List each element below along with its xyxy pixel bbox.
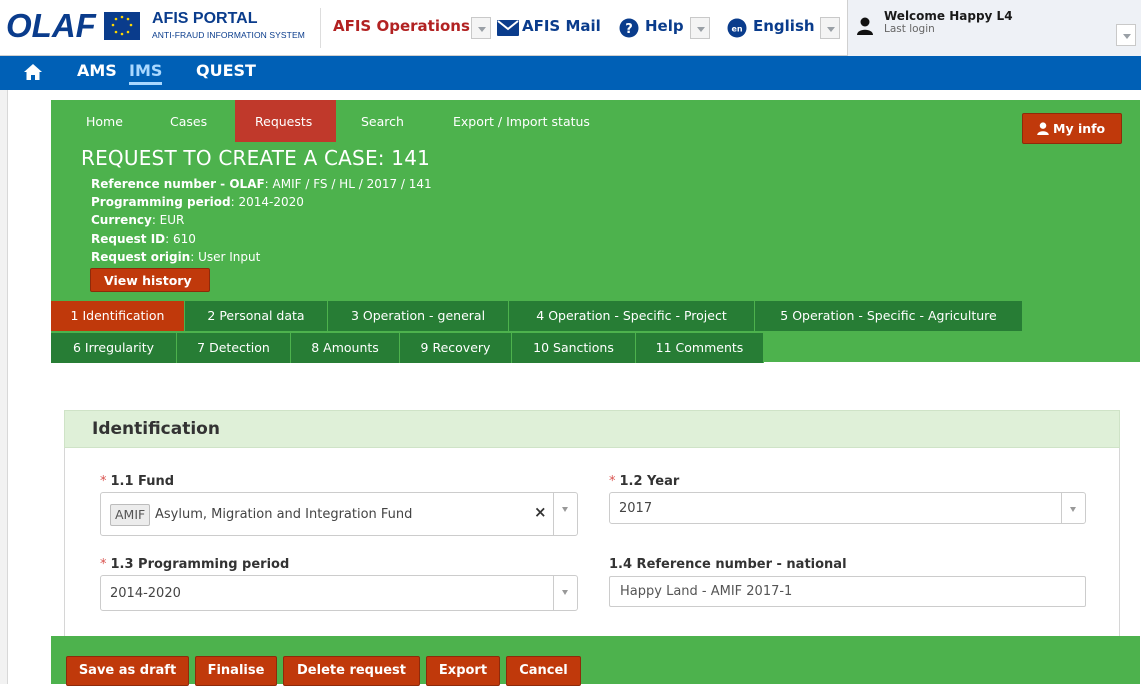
meta-currency: Currency: EUR bbox=[91, 213, 184, 227]
user-icon bbox=[1037, 122, 1049, 138]
reference-national-input[interactable]: Happy Land - AMIF 2017-1 bbox=[609, 576, 1086, 607]
olaf-logo: OLAF bbox=[6, 7, 140, 44]
tab-detection[interactable]: 7 Detection bbox=[177, 333, 291, 363]
nav-ims[interactable]: IMS bbox=[129, 61, 163, 85]
delete-request-button[interactable]: Delete request bbox=[283, 656, 420, 686]
view-history-button[interactable]: View history bbox=[90, 268, 210, 292]
help-icon: ? bbox=[619, 18, 639, 42]
tab-operation-general[interactable]: 3 Operation - general bbox=[328, 301, 509, 331]
envelope-icon bbox=[497, 19, 519, 41]
year-value: 2017 bbox=[619, 501, 653, 516]
meta-request-origin: Request origin: User Input bbox=[91, 250, 260, 264]
year-label-text: 1.2 Year bbox=[619, 474, 680, 489]
programming-period-label-text: 1.3 Programming period bbox=[110, 557, 290, 572]
menu-home[interactable]: Home bbox=[86, 114, 123, 129]
last-login-text: Last login bbox=[884, 23, 935, 35]
user-dropdown-button[interactable] bbox=[1116, 24, 1136, 46]
meta-label: Request origin bbox=[91, 250, 191, 264]
export-button[interactable]: Export bbox=[426, 656, 500, 686]
view-history-label: View history bbox=[104, 273, 192, 288]
svg-text:?: ? bbox=[625, 22, 633, 37]
tab-sanctions[interactable]: 10 Sanctions bbox=[512, 333, 636, 363]
help-dropdown-button[interactable] bbox=[690, 17, 710, 39]
tab-irregularity[interactable]: 6 Irregularity bbox=[51, 333, 177, 363]
top-bar: OLAF AFIS PORTAL ANTI-FRAUD INFORMATION … bbox=[0, 0, 1141, 56]
meta-label: Request ID bbox=[91, 232, 166, 246]
year-select[interactable] bbox=[609, 492, 1086, 524]
meta-label: Currency bbox=[91, 213, 152, 227]
user-icon bbox=[857, 17, 873, 39]
menu-search[interactable]: Search bbox=[361, 114, 404, 129]
help-link[interactable]: Help bbox=[645, 17, 684, 35]
application-nav: AMS IMS QUEST bbox=[0, 56, 1141, 90]
reference-national-label: 1.4 Reference number - national bbox=[609, 557, 847, 572]
tab-amounts[interactable]: 8 Amounts bbox=[291, 333, 400, 363]
svg-text:OLAF: OLAF bbox=[6, 7, 97, 44]
welcome-text: Welcome Happy L4 bbox=[884, 9, 1013, 23]
clear-icon[interactable]: × bbox=[534, 503, 547, 521]
fund-code-chip: AMIF bbox=[110, 504, 151, 526]
my-info-button[interactable]: My info bbox=[1022, 113, 1122, 144]
home-icon[interactable] bbox=[24, 64, 42, 84]
required-marker: * bbox=[100, 474, 107, 489]
programming-period-label: * 1.3 Programming period bbox=[100, 557, 289, 572]
tab-personal-data[interactable]: 2 Personal data bbox=[185, 301, 328, 331]
nav-ams[interactable]: AMS bbox=[77, 61, 117, 80]
meta-programming-period: Programming period: 2014-2020 bbox=[91, 195, 304, 209]
programming-period-value: 2014-2020 bbox=[110, 586, 181, 601]
my-info-label: My info bbox=[1053, 121, 1106, 136]
chevron-down-icon[interactable] bbox=[553, 493, 577, 535]
menu-cases[interactable]: Cases bbox=[170, 114, 207, 129]
tab-operation-specific-project[interactable]: 4 Operation - Specific - Project bbox=[509, 301, 755, 331]
tab-identification[interactable]: 1 Identification bbox=[51, 301, 185, 331]
meta-reference-olaf: Reference number - OLAF: AMIF / FS / HL … bbox=[91, 177, 432, 191]
meta-label: Programming period bbox=[91, 195, 231, 209]
left-sidebar-strip bbox=[0, 90, 8, 684]
tab-recovery[interactable]: 9 Recovery bbox=[400, 333, 512, 363]
meta-value: : EUR bbox=[151, 213, 185, 227]
meta-value: : AMIF / FS / HL / 2017 / 141 bbox=[264, 177, 432, 191]
chevron-down-icon[interactable] bbox=[553, 576, 577, 610]
section-title: Identification bbox=[92, 419, 220, 439]
divider bbox=[320, 8, 321, 48]
fund-label: * 1.1 Fund bbox=[100, 474, 174, 489]
tab-operation-specific-agriculture[interactable]: 5 Operation - Specific - Agriculture bbox=[755, 301, 1023, 331]
required-marker: * bbox=[609, 474, 616, 489]
meta-value: : 610 bbox=[165, 232, 196, 246]
meta-value: : 2014-2020 bbox=[230, 195, 304, 209]
operations-dropdown-button[interactable] bbox=[471, 17, 491, 39]
language-selector[interactable]: English bbox=[753, 17, 815, 35]
menu-requests[interactable]: Requests bbox=[255, 114, 312, 129]
cancel-button[interactable]: Cancel bbox=[506, 656, 581, 686]
finalise-button[interactable]: Finalise bbox=[195, 656, 277, 686]
save-as-draft-button[interactable]: Save as draft bbox=[66, 656, 189, 686]
nav-quest[interactable]: QUEST bbox=[196, 61, 256, 80]
afis-mail-link[interactable]: AFIS Mail bbox=[522, 17, 601, 35]
menu-export-import-status[interactable]: Export / Import status bbox=[453, 114, 590, 129]
language-dropdown-button[interactable] bbox=[820, 17, 840, 39]
meta-label: Reference number - OLAF bbox=[91, 177, 265, 191]
language-globe-icon: en bbox=[727, 18, 747, 42]
chevron-down-icon[interactable] bbox=[1061, 493, 1085, 523]
portal-subtitle: ANTI-FRAUD INFORMATION SYSTEM bbox=[152, 30, 305, 40]
required-marker: * bbox=[100, 557, 107, 572]
request-title: REQUEST TO CREATE A CASE: 141 bbox=[81, 146, 431, 170]
language-badge: en bbox=[731, 25, 742, 34]
portal-title: AFIS PORTAL bbox=[152, 10, 258, 27]
identification-card-header bbox=[64, 410, 1120, 448]
year-label: * 1.2 Year bbox=[609, 474, 679, 489]
meta-value: : User Input bbox=[190, 250, 261, 264]
afis-operations-link[interactable]: AFIS Operations bbox=[333, 17, 470, 35]
tab-comments[interactable]: 11 Comments bbox=[636, 333, 764, 363]
meta-request-id: Request ID: 610 bbox=[91, 232, 196, 246]
fund-label-text: 1.1 Fund bbox=[110, 474, 175, 489]
fund-value: Asylum, Migration and Integration Fund bbox=[155, 507, 413, 522]
